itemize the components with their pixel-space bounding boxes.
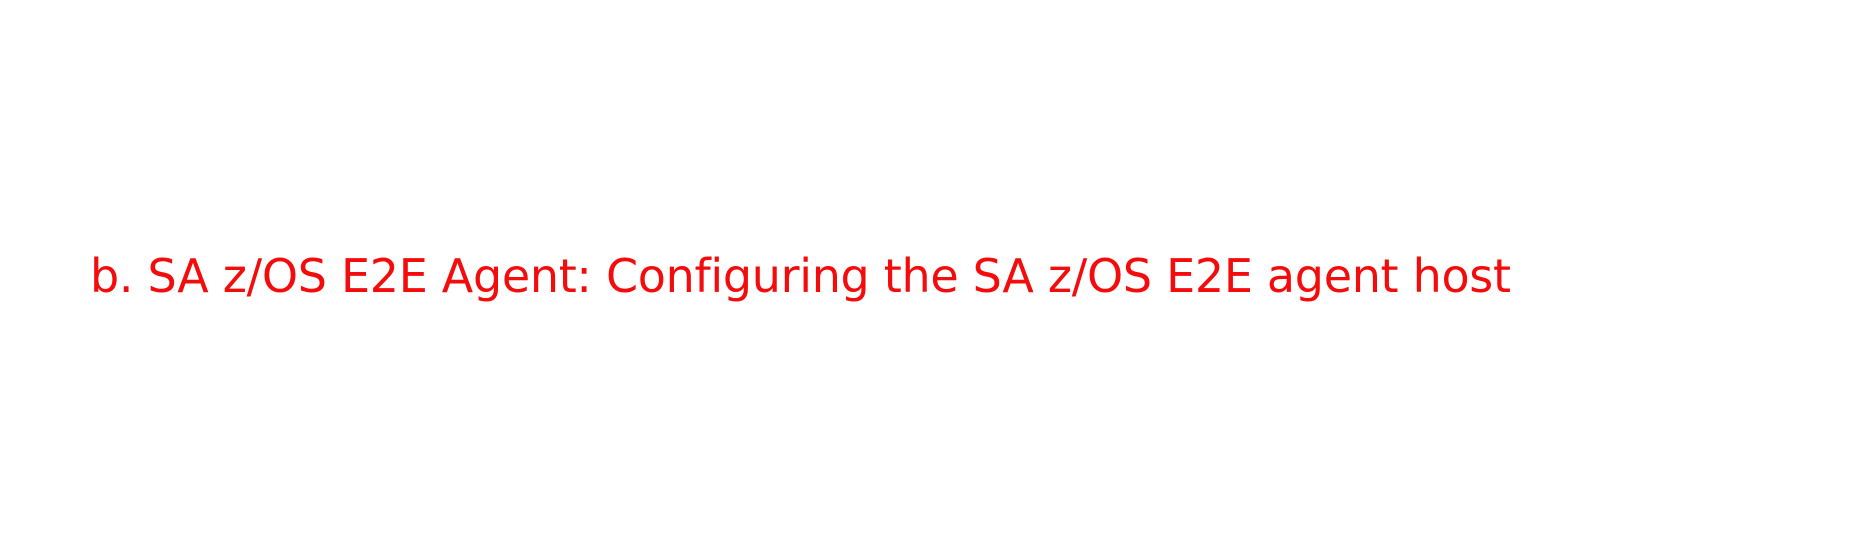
step-heading-link[interactable]: b. SA z/OS E2E Agent: Configuring the SA… bbox=[90, 246, 1511, 306]
document-page: b. SA z/OS E2E Agent: Configuring the SA… bbox=[0, 0, 1873, 543]
